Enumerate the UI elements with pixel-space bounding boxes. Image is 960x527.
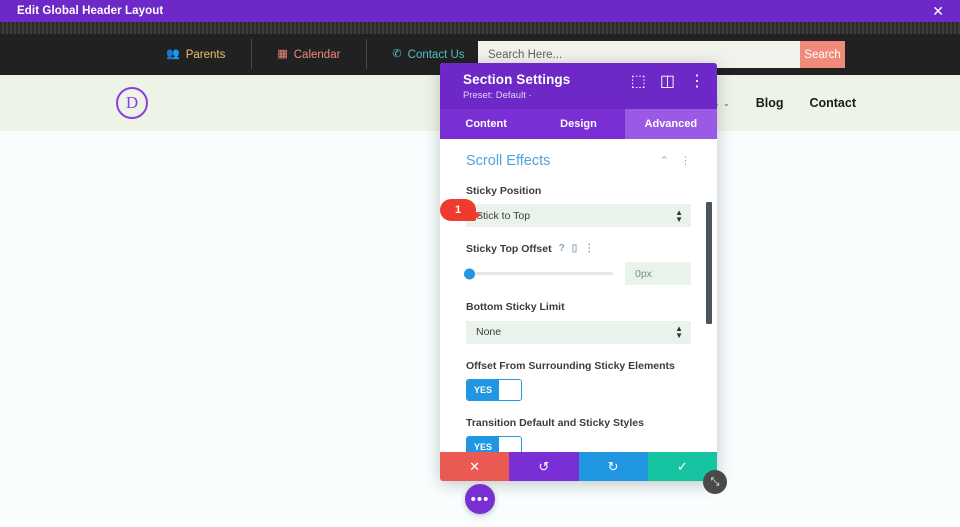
people-icon: 👥 — [166, 49, 180, 60]
label-text-sticky-top-offset: Sticky Top Offset — [466, 242, 552, 256]
undo-button[interactable]: ↺ — [509, 452, 578, 481]
section-title-scroll-effects[interactable]: Scroll Effects — [466, 153, 550, 169]
callout-badge-1: 1 — [440, 199, 476, 221]
label-transition-styles: Transition Default and Sticky Styles — [466, 416, 691, 430]
toggle-knob — [499, 380, 521, 400]
nav-label-contact: Contact — [809, 96, 856, 110]
section-more-icon[interactable]: ⋮ — [680, 156, 691, 167]
focus-target-icon[interactable]: ⬚ — [631, 74, 646, 90]
slider-knob[interactable] — [464, 268, 475, 279]
nav-item-contact[interactable]: Contact — [809, 96, 856, 110]
chevron-down-icon: ⌄ — [723, 99, 730, 108]
modal-header: Section Settings Preset: Default · ⬚ ◫ ⋮ — [440, 63, 717, 109]
modal-scrollbar[interactable] — [706, 202, 712, 324]
nav-label-blog: Blog — [756, 96, 784, 110]
label-text-transition-styles: Transition Default and Sticky Styles — [466, 416, 644, 430]
topnav-item-calendar[interactable]: ▦ Calendar — [251, 49, 366, 61]
label-sticky-top-offset: Sticky Top Offset ? ▯ ⋮ — [466, 242, 691, 256]
topnav-label-parents: Parents — [186, 49, 226, 61]
tab-design[interactable]: Design — [532, 109, 624, 139]
select-arrows-icon: ▲▼ — [675, 325, 683, 339]
help-icon[interactable]: ? — [559, 244, 565, 254]
app-root: Edit Global Header Layout ✕ 👥 Parents ▦ … — [0, 0, 960, 527]
field-bottom-sticky-limit: Bottom Sticky Limit None ▲▼ — [466, 300, 691, 343]
select-arrows-icon: ▲▼ — [675, 208, 683, 222]
select-value-bottom-sticky-limit: None — [476, 326, 501, 338]
tab-content[interactable]: Content — [440, 109, 532, 139]
redo-button[interactable]: ↻ — [579, 452, 648, 481]
toggle-offset-from-surrounding[interactable]: YES — [466, 379, 522, 401]
topnav-item-contact-us[interactable]: ✆ Contact Us — [366, 49, 490, 61]
topnav-label-contact-us: Contact Us — [408, 49, 465, 61]
close-icon[interactable]: ✕ — [932, 4, 960, 18]
builder-fab-button[interactable]: ••• — [465, 484, 495, 514]
toggle-knob — [499, 437, 521, 452]
section-settings-modal: Section Settings Preset: Default · ⬚ ◫ ⋮… — [440, 63, 717, 481]
modal-header-icons: ⬚ ◫ ⋮ — [631, 74, 705, 90]
layout-panel-icon[interactable]: ◫ — [660, 74, 675, 90]
toggle-label-yes: YES — [467, 437, 499, 452]
window-titlebar: Edit Global Header Layout ✕ — [0, 0, 960, 22]
slider-sticky-top-offset[interactable] — [466, 272, 613, 275]
label-offset-from-surrounding: Offset From Surrounding Sticky Elements — [466, 359, 691, 373]
admin-stripe-band — [0, 22, 960, 34]
toggle-label-yes: YES — [467, 380, 499, 400]
select-bottom-sticky-limit[interactable]: None ▲▼ — [466, 321, 691, 344]
value-sticky-top-offset: 0px — [635, 268, 652, 280]
topnav-item-parents[interactable]: 👥 Parents — [140, 49, 251, 61]
modal-preset-selector[interactable]: Preset: Default · — [463, 90, 703, 101]
nav-item-blog[interactable]: Blog — [756, 96, 784, 110]
search-button[interactable]: Search — [800, 41, 845, 68]
settings-list: Scroll Effects ⌃ ⋮ Sticky Position Stick… — [440, 153, 717, 452]
modal-resize-handle[interactable]: ⤡ — [703, 470, 727, 494]
modal-tabs: Content Design Advanced — [440, 109, 717, 139]
field-sticky-top-offset: Sticky Top Offset ? ▯ ⋮ 0px — [466, 242, 691, 285]
discard-button[interactable]: ✕ — [440, 452, 509, 481]
site-logo[interactable]: D — [116, 87, 148, 119]
phone-icon: ✆ — [392, 49, 401, 60]
more-options-icon[interactable]: ⋮ — [689, 74, 705, 90]
select-value-sticky-position: Stick to Top — [476, 210, 530, 222]
label-bottom-sticky-limit: Bottom Sticky Limit — [466, 300, 691, 314]
field-more-icon[interactable]: ⋮ — [584, 244, 594, 254]
topnav-label-calendar: Calendar — [294, 49, 341, 61]
select-sticky-position[interactable]: Stick to Top ▲▼ — [466, 204, 691, 227]
main-nav: ces ⌄ Blog Contact — [697, 96, 856, 110]
chevron-up-icon[interactable]: ⌃ — [660, 156, 669, 167]
window-title: Edit Global Header Layout — [0, 5, 163, 17]
section-header-icons: ⌃ ⋮ — [660, 156, 691, 167]
input-sticky-top-offset[interactable]: 0px — [625, 262, 691, 285]
label-text-sticky-position: Sticky Position — [466, 184, 541, 198]
label-text-bottom-sticky-limit: Bottom Sticky Limit — [466, 300, 565, 314]
field-transition-styles: Transition Default and Sticky Styles YES — [466, 416, 691, 452]
toggle-transition-styles[interactable]: YES — [466, 436, 522, 452]
scroll-effects-section-header: Scroll Effects ⌃ ⋮ — [466, 153, 691, 169]
modal-action-bar: ✕ ↺ ↻ ✓ — [440, 452, 717, 481]
calendar-icon: ▦ — [277, 49, 287, 60]
modal-scroll-area: Scroll Effects ⌃ ⋮ Sticky Position Stick… — [440, 139, 717, 452]
label-sticky-position: Sticky Position — [466, 184, 691, 198]
field-sticky-position: Sticky Position Stick to Top ▲▼ — [466, 184, 691, 227]
field-offset-from-surrounding: Offset From Surrounding Sticky Elements … — [466, 359, 691, 401]
tab-advanced[interactable]: Advanced — [625, 109, 717, 139]
responsive-device-icon[interactable]: ▯ — [572, 244, 578, 254]
slider-row-sticky-top-offset: 0px — [466, 262, 691, 285]
top-utility-nav: 👥 Parents ▦ Calendar ✆ Contact Us — [140, 49, 491, 61]
label-text-offset-from-surrounding: Offset From Surrounding Sticky Elements — [466, 359, 675, 373]
